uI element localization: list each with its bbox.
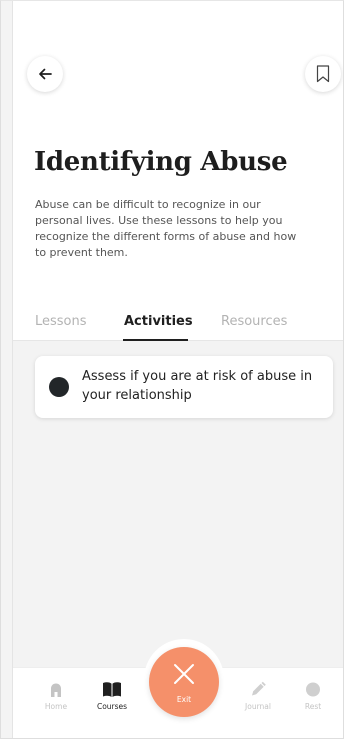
nav-home-label: Home (44, 702, 68, 711)
pencil-icon (252, 681, 266, 696)
nav-rest-label: Rest (304, 702, 322, 711)
exit-label: Exit (176, 695, 192, 704)
nav-journal[interactable]: Journal (233, 678, 283, 711)
back-button[interactable] (27, 56, 63, 92)
bookmark-icon (316, 65, 330, 83)
bookmark-button[interactable] (305, 56, 341, 92)
home-icon (51, 683, 61, 697)
tab-resources[interactable]: Resources (221, 314, 287, 329)
tab-bar: Lessons Activities Resources (13, 307, 343, 341)
activities-list: Assess if you are at risk of abuse in yo… (13, 341, 343, 667)
activity-card[interactable]: Assess if you are at risk of abuse in yo… (35, 356, 333, 418)
tab-activities[interactable]: Activities (124, 314, 193, 329)
bullet-dot-icon (49, 377, 69, 397)
exit-button[interactable]: Exit (149, 647, 219, 717)
page-description: Abuse can be difficult to recognize in o… (35, 198, 297, 259)
app-frame: Identifying Abuse Abuse can be difficult… (0, 0, 344, 739)
arrow-left-icon (39, 68, 52, 80)
nav-rest[interactable]: Rest (288, 678, 338, 711)
book-icon (103, 682, 121, 697)
left-gutter (1, 1, 13, 738)
moon-icon (306, 682, 320, 697)
nav-courses[interactable]: Courses (87, 678, 137, 711)
nav-home[interactable]: Home (31, 678, 81, 711)
page-title: Identifying Abuse (34, 147, 288, 177)
screen-content: Identifying Abuse Abuse can be difficult… (13, 1, 343, 738)
close-icon (174, 664, 194, 684)
tab-lessons[interactable]: Lessons (35, 314, 87, 329)
nav-courses-label: Courses (96, 702, 128, 711)
nav-journal-label: Journal (245, 702, 271, 711)
activity-label: Assess if you are at risk of abuse in yo… (82, 369, 313, 403)
